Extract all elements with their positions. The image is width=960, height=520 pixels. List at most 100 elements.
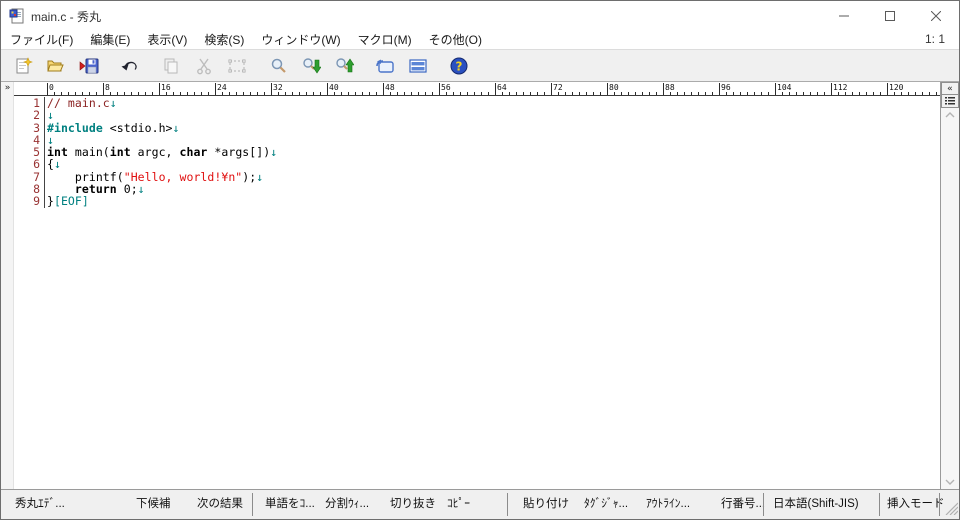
code-line[interactable]: 7 printf("Hello, world!¥n");↓ [14, 170, 940, 183]
ruler-minor-tick [75, 92, 76, 95]
ruler-minor-tick [89, 92, 90, 95]
ruler-major-tick [831, 83, 832, 95]
margin-expand-button[interactable]: » [1, 82, 14, 95]
ruler-major-tick [663, 83, 664, 95]
column-ruler: 0 8 16 24 32 40 48 56 64 72 80 88 96 104 112 120 [14, 82, 940, 96]
menu-item-file[interactable]: ファイル(F) [10, 33, 73, 47]
status-item-app-name[interactable]: 秀丸ｴﾃﾞ... [15, 490, 65, 519]
menu-item-search[interactable]: 検索(S) [204, 33, 244, 47]
ruler-minor-tick [418, 92, 419, 95]
line-number: 5 [14, 146, 45, 158]
menu-item-macro[interactable]: マクロ(M) [358, 33, 412, 47]
ruler-minor-tick [691, 92, 692, 95]
code-area[interactable]: 1// main.c↓ 2 ↓ 3 #include <stdio.h>↓ 4 ↓ 5 int … [14, 96, 940, 208]
ruler-minor-tick [628, 92, 629, 95]
undo-button[interactable] [120, 56, 140, 76]
status-item-next-result[interactable]: 次の結果 [197, 490, 243, 519]
ruler-minor-tick [817, 92, 818, 95]
search-prev-button[interactable] [334, 56, 354, 76]
ruler-minor-tick [453, 92, 454, 95]
resize-grip[interactable] [944, 501, 959, 518]
ruler-minor-tick [614, 92, 615, 95]
new-file-button[interactable] [13, 56, 33, 76]
maximize-button[interactable] [867, 1, 913, 31]
ruler-minor-tick [425, 92, 426, 95]
ruler-minor-tick [61, 92, 62, 95]
line-list-button[interactable] [941, 95, 959, 108]
open-folder-button[interactable] [46, 56, 66, 76]
ruler-minor-tick [432, 92, 433, 95]
ruler-minor-tick [635, 92, 636, 95]
close-button[interactable] [913, 1, 959, 31]
vertical-scrollbar[interactable]: « [940, 82, 959, 489]
code-line[interactable]: 5 int main(int argc, char *args[])↓ [14, 146, 940, 159]
collapse-ruler-button[interactable]: « [941, 82, 959, 95]
code-text: // main.c↓ [47, 96, 117, 110]
cut-button[interactable] [194, 56, 214, 76]
search-next-button[interactable] [301, 56, 321, 76]
status-item-tag-jump[interactable]: ﾀｸﾞｼﾞｬ... [584, 490, 628, 519]
ruler-major-tick [159, 83, 160, 95]
ruler-minor-tick [96, 92, 97, 95]
status-item-input-mode[interactable]: 挿入モード [887, 490, 945, 519]
ruler-minor-tick [642, 92, 643, 95]
ruler-label: 96 [721, 83, 731, 92]
code-line[interactable]: 9}[EOF] [14, 195, 940, 208]
ruler-minor-tick [355, 92, 356, 95]
menu-item-edit[interactable]: 編集(E) [90, 33, 130, 47]
status-item-copy[interactable]: ｺﾋﾟｰ [447, 490, 470, 519]
ruler-major-tick [327, 83, 328, 95]
ruler-minor-tick [761, 92, 762, 95]
status-item-encoding[interactable]: 日本語(Shift-JIS) [773, 490, 859, 519]
ruler-minor-tick [796, 92, 797, 95]
menu-item-window[interactable]: ウィンドウ(W) [261, 33, 340, 47]
scroll-down-icon [945, 479, 955, 485]
save-button[interactable] [79, 56, 99, 76]
ruler-minor-tick [684, 92, 685, 95]
status-item-line-number[interactable]: 行番号... [721, 490, 765, 519]
ruler-minor-tick [789, 92, 790, 95]
search-button[interactable] [268, 56, 288, 76]
status-item-next-candidate[interactable]: 下候補 [136, 490, 171, 519]
tag-jump-button[interactable] [375, 56, 395, 76]
line-number: 6 [14, 158, 45, 171]
ruler-minor-tick [117, 92, 118, 95]
ruler-minor-tick [166, 92, 167, 95]
copy-button[interactable] [161, 56, 181, 76]
ruler-minor-tick [824, 92, 825, 95]
status-item-copy-word[interactable]: 単語をｺ... [265, 490, 315, 519]
code-line[interactable]: 3 #include <stdio.h>↓ [14, 121, 940, 134]
ruler-label: 32 [273, 83, 283, 92]
ruler-minor-tick [537, 92, 538, 95]
ruler-label: 120 [889, 83, 904, 92]
select-button[interactable] [227, 56, 247, 76]
split-window-button[interactable] [408, 56, 428, 76]
editor-main[interactable]: 0 8 16 24 32 40 48 56 64 72 80 88 96 104 112 120 1// ma… [14, 82, 940, 489]
ruler-major-tick [271, 83, 272, 95]
scrollbar-track[interactable] [941, 108, 959, 489]
ruler-minor-tick [250, 92, 251, 95]
code-line[interactable]: 8 return 0;↓ [14, 183, 940, 196]
editor-area: » 0 8 16 24 32 40 48 56 64 72 80 88 96 104 112 120 1// … [1, 82, 959, 490]
status-item-cut[interactable]: 切り抜き [390, 490, 436, 519]
status-bar: 秀丸ｴﾃﾞ... 下候補 次の結果 単語をｺ... 分割ｳｨ... 切り抜き ｺﾋﾟｰ 貼り付… [1, 490, 959, 519]
ruler-minor-tick [502, 92, 503, 95]
menu-item-other[interactable]: その他(O) [429, 33, 482, 47]
status-item-paste[interactable]: 貼り付け [523, 490, 569, 519]
ruler-minor-tick [411, 92, 412, 95]
menu-item-view[interactable]: 表示(V) [147, 33, 187, 47]
ruler-minor-tick [222, 92, 223, 95]
status-item-split-window[interactable]: 分割ｳｨ... [325, 490, 369, 519]
ruler-minor-tick [110, 92, 111, 95]
ruler-label: 104 [777, 83, 792, 92]
ruler-minor-tick [754, 92, 755, 95]
ruler-minor-tick [523, 92, 524, 95]
line-number: 1 [14, 97, 45, 109]
minimize-button[interactable] [821, 1, 867, 31]
code-line[interactable]: 1// main.c↓ [14, 96, 940, 110]
ruler-label: 88 [665, 83, 675, 92]
ruler-minor-tick [264, 92, 265, 95]
status-item-outline[interactable]: ｱｳﾄﾗｲﾝ... [646, 490, 690, 519]
help-button[interactable]: ? [449, 56, 469, 76]
ruler-minor-tick [390, 92, 391, 95]
